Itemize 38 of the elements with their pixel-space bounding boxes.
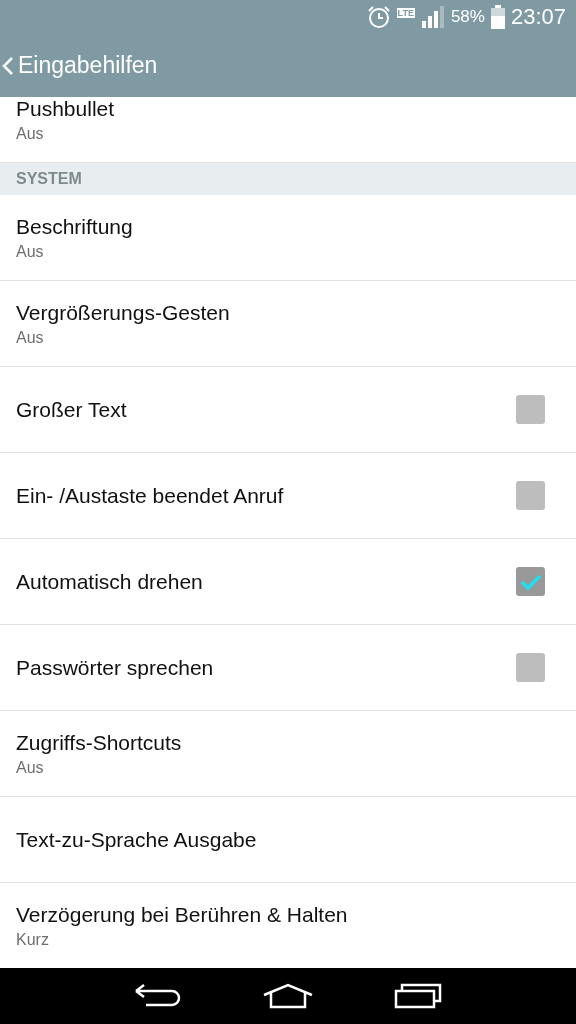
alarm-icon	[366, 5, 391, 29]
checkbox[interactable]	[516, 481, 545, 510]
item-summary: Aus	[16, 125, 45, 143]
item-summary: Aus	[16, 758, 45, 777]
network-label: LTE	[396, 8, 415, 18]
settings-item[interactable]: Zugriffs-Shortcuts Aus	[0, 711, 576, 797]
battery-percent: 58%	[450, 7, 485, 27]
section-header: SYSTEM	[0, 163, 576, 195]
item-title: Pushbullet	[16, 97, 115, 121]
item-summary: Kurz	[16, 930, 50, 949]
settings-item[interactable]: Passwörter sprechen	[0, 625, 576, 711]
item-title: Beschriftung	[16, 214, 133, 239]
recent-apps-icon[interactable]	[394, 983, 442, 1009]
item-title: Zugriffs-Shortcuts	[16, 730, 182, 755]
item-title: Text-zu-Sprache Ausgabe	[16, 827, 257, 852]
settings-item[interactable]: Großer Text	[0, 367, 576, 453]
chevron-left-icon	[2, 55, 14, 76]
back-icon[interactable]	[134, 983, 182, 1009]
settings-item[interactable]: Text-zu-Sprache Ausgabe	[0, 797, 576, 883]
item-title: Passwörter sprechen	[16, 655, 214, 680]
item-title: Verzögerung bei Berühren & Halten	[16, 902, 348, 927]
checkbox[interactable]	[516, 567, 545, 596]
battery-icon	[490, 5, 505, 29]
checkbox[interactable]	[516, 653, 545, 682]
item-title: Automatisch drehen	[16, 569, 203, 594]
item-title: Vergrößerungs-Gesten	[16, 300, 230, 325]
signal-icon	[420, 5, 445, 29]
checkbox[interactable]	[516, 395, 545, 424]
item-summary: Aus	[16, 328, 45, 347]
settings-item[interactable]: Ein- /Austaste beendet Anruf	[0, 453, 576, 539]
item-title: Ein- /Austaste beendet Anruf	[16, 483, 284, 508]
item-title: Großer Text	[16, 397, 127, 422]
home-icon[interactable]	[262, 983, 314, 1009]
item-summary: Aus	[16, 242, 45, 261]
settings-item[interactable]: Beschriftung Aus	[0, 195, 576, 281]
settings-item[interactable]: Automatisch drehen	[0, 539, 576, 625]
settings-item[interactable]: Vergrößerungs-Gesten Aus	[0, 281, 576, 367]
clock: 23:07	[510, 4, 566, 30]
